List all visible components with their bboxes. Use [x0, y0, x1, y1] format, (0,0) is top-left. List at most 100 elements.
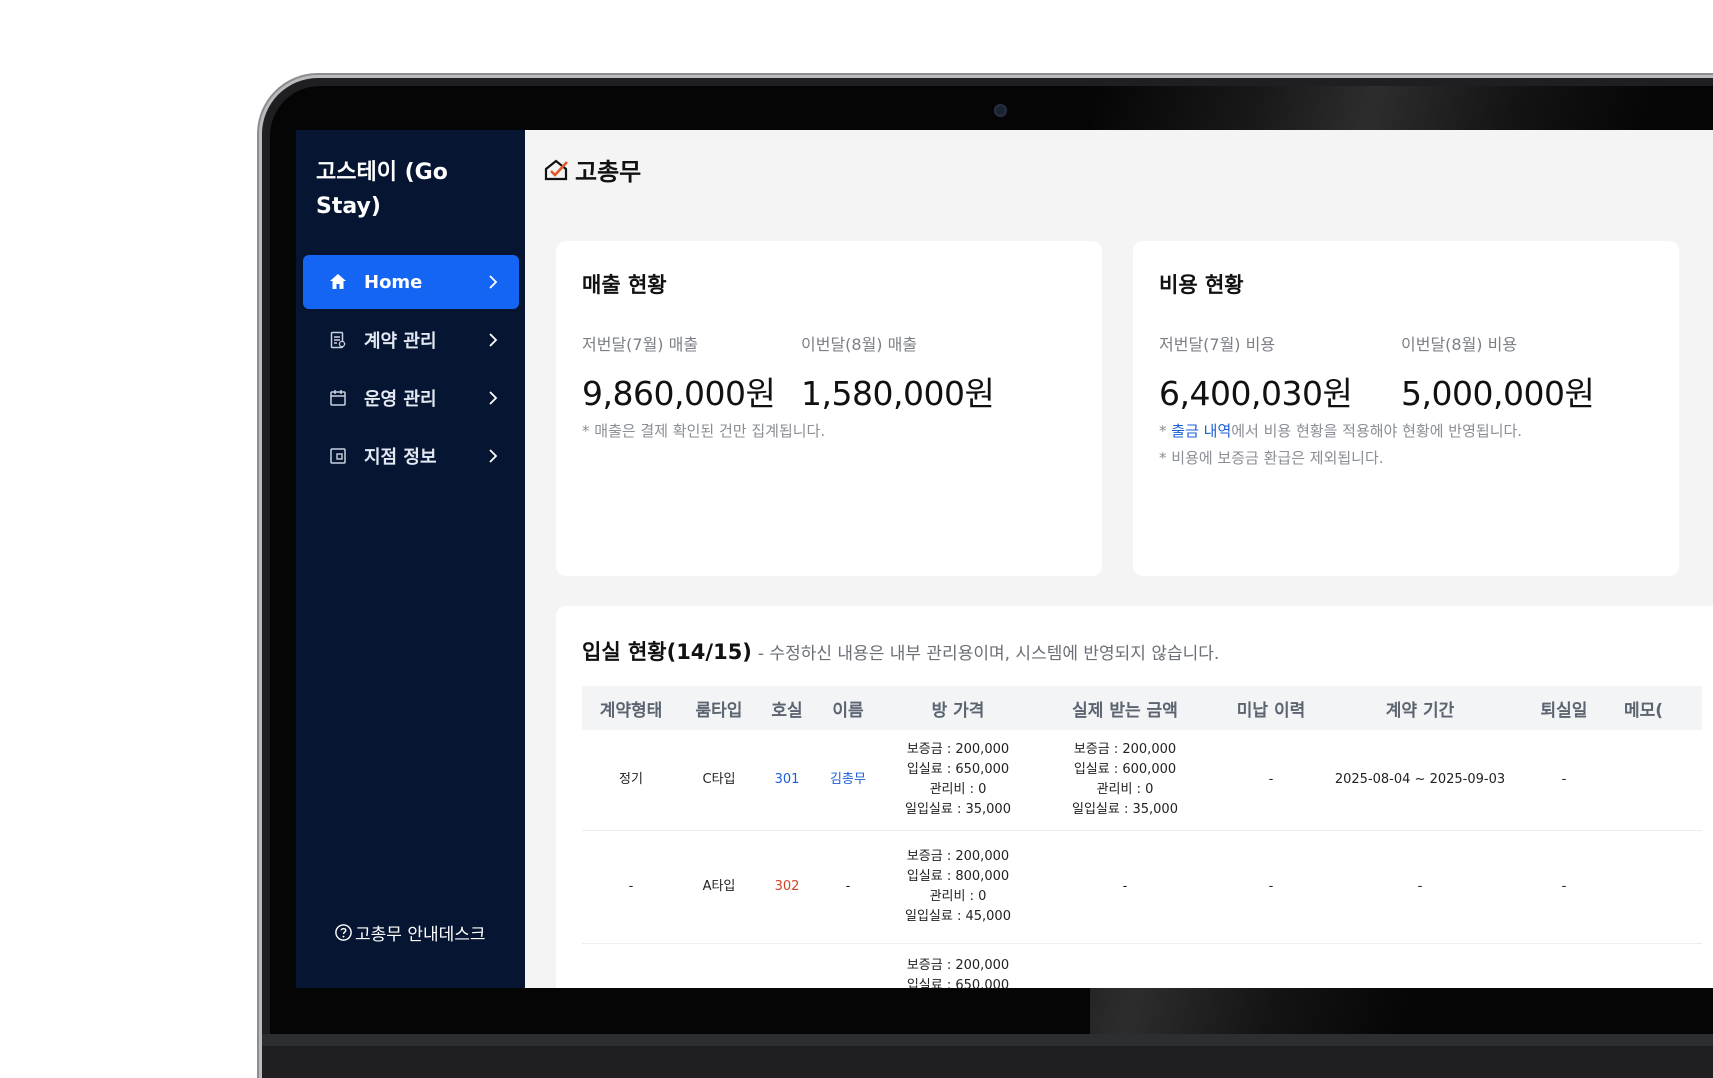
contract-period-cell — [1328, 943, 1512, 988]
price-line: 입실료 : 650,000 — [906, 761, 1010, 777]
sidebar-item-operations[interactable]: 운영 관리 — [303, 371, 519, 425]
tenant-name-cell[interactable]: 김총무 — [816, 730, 880, 831]
app-screen: 고스테이 (Go Stay) Home 계약 관리 운영 관리 지점 정보 고총… — [296, 130, 1713, 988]
helpdesk-link[interactable]: 고총무 안내데스크 — [334, 920, 486, 945]
checkout-date-cell — [1512, 943, 1616, 988]
room-price-cell: 보증금 : 200,000 입실료 : 650,000 — [880, 943, 1036, 988]
column-header[interactable]: 방 가격 — [880, 686, 1036, 730]
actual-amount-cell[interactable]: 보증금 : 200,000 입실료 : 600,000 관리비 : 0 일입실료… — [1036, 730, 1214, 831]
sidebar-nav: Home 계약 관리 운영 관리 지점 정보 — [303, 255, 519, 487]
helpdesk-label: 고총무 안내데스크 — [355, 925, 486, 945]
chevron-right-icon — [489, 275, 498, 289]
price-line: 보증금 : 200,000 — [906, 741, 1010, 757]
column-header[interactable]: 계약 기간 — [1328, 686, 1512, 730]
occupancy-title-text: 입실 현황(14/15) — [582, 640, 752, 664]
tenant-name-cell — [816, 943, 880, 988]
contract-type-cell — [582, 943, 680, 988]
home-icon — [328, 272, 348, 292]
stat-value: 1,580,000원 — [801, 374, 995, 413]
column-header[interactable]: 룸타입 — [680, 686, 758, 730]
room-type-cell: C타입 — [680, 730, 758, 831]
contract-type-cell: 정기 — [582, 730, 680, 831]
sales-last-month: 저번달(7월) 매출 9,860,000원 — [582, 331, 776, 415]
price-line: 관리비 : 0 — [929, 888, 987, 904]
table-row[interactable]: - A타입 302 - 보증금 : 200,000 입실료 : 800,000 … — [582, 830, 1702, 944]
amount-line: 입실료 : 600,000 — [1073, 761, 1177, 777]
sidebar-item-label: Home — [364, 271, 423, 293]
column-header[interactable]: 계약형태 — [582, 686, 680, 730]
price-line: 입실료 : 800,000 — [906, 868, 1010, 884]
amount-line: 보증금 : 200,000 — [1073, 741, 1177, 757]
contract-period-cell: 2025-08-04 ~ 2025-09-03 — [1328, 730, 1512, 831]
table-header-row: 계약형태 룸타입 호실 이름 방 가격 실제 받는 금액 미납 이력 계약 기간… — [582, 686, 1702, 730]
chevron-right-icon — [489, 333, 498, 347]
contract-period-cell: - — [1328, 830, 1512, 944]
sidebar-item-label: 운영 관리 — [364, 389, 437, 410]
brand-name: 고스테이 (Go Stay) — [316, 160, 448, 219]
note-prefix: * — [1159, 422, 1172, 440]
sales-title: 매출 현황 — [582, 273, 667, 297]
calendar-icon — [328, 388, 348, 408]
cost-note-2: * 비용에 보증금 환급은 제외됩니다. — [1159, 449, 1384, 467]
room-number-cell[interactable]: 302 — [758, 830, 816, 944]
chevron-right-icon — [489, 391, 498, 405]
actual-amount-cell — [1036, 943, 1214, 988]
unpaid-history-cell: - — [1214, 730, 1328, 831]
contract-type-cell: - — [582, 830, 680, 944]
camera-icon — [994, 104, 1007, 117]
price-line: 관리비 : 0 — [929, 781, 987, 797]
amount-line: 일입실료 : 35,000 — [1072, 801, 1178, 817]
cost-last-month: 저번달(7월) 비용 6,400,030원 — [1159, 331, 1353, 415]
chevron-right-icon — [489, 449, 498, 463]
price-line: 일입실료 : 35,000 — [905, 801, 1011, 817]
memo-cell[interactable] — [1616, 730, 1702, 831]
cost-this-month: 이번달(8월) 비용 5,000,000원 — [1401, 331, 1595, 415]
checkout-date-cell: - — [1512, 730, 1616, 831]
sidebar-item-home[interactable]: Home — [303, 255, 519, 309]
room-number-cell[interactable]: 301 — [758, 730, 816, 831]
stat-label: 이번달(8월) 비용 — [1401, 335, 1518, 354]
withdrawal-history-link[interactable]: 출금 내역 — [1171, 422, 1231, 440]
stat-label: 저번달(7월) 비용 — [1159, 335, 1276, 354]
contract-icon — [328, 330, 348, 350]
occupancy-card: 입실 현황(14/15) - 수정하신 내용은 내부 관리용이며, 시스템에 반영… — [556, 606, 1713, 988]
room-price-cell: 보증금 : 200,000 입실료 : 650,000 관리비 : 0 일입실료… — [880, 730, 1036, 831]
sidebar-item-contracts[interactable]: 계약 관리 — [303, 313, 519, 367]
amount-line: 관리비 : 0 — [1096, 781, 1154, 797]
table-row[interactable]: 보증금 : 200,000 입실료 : 650,000 — [582, 943, 1702, 988]
column-header[interactable]: 퇴실일 — [1512, 686, 1616, 730]
room-type-cell: A타입 — [680, 830, 758, 944]
stat-value: 5,000,000원 — [1401, 374, 1595, 413]
column-header[interactable]: 호실 — [758, 686, 816, 730]
unpaid-history-cell: - — [1214, 830, 1328, 944]
column-header[interactable]: 이름 — [816, 686, 880, 730]
column-header[interactable]: 미납 이력 — [1214, 686, 1328, 730]
checkout-date-cell: - — [1512, 830, 1616, 944]
sidebar-item-label: 계약 관리 — [364, 331, 437, 352]
room-type-cell — [680, 943, 758, 988]
logo-check-icon — [544, 159, 568, 180]
help-circle-icon — [335, 924, 352, 941]
cost-title: 비용 현황 — [1159, 273, 1244, 297]
table-row[interactable]: 정기 C타입 301 김총무 보증금 : 200,000 입실료 : 650,0… — [582, 730, 1702, 831]
sidebar-item-branch[interactable]: 지점 정보 — [303, 429, 519, 483]
cost-note-1: * 출금 내역에서 비용 현황을 적용해야 현황에 반영됩니다. — [1159, 420, 1522, 441]
room-number-cell — [758, 943, 816, 988]
memo-cell[interactable] — [1616, 830, 1702, 944]
price-line: 보증금 : 200,000 — [906, 848, 1010, 864]
room-price-cell: 보증금 : 200,000 입실료 : 800,000 관리비 : 0 일입실료… — [880, 830, 1036, 944]
actual-amount-cell[interactable]: - — [1036, 830, 1214, 944]
occupancy-title: 입실 현황(14/15) - 수정하신 내용은 내부 관리용이며, 시스템에 반영… — [582, 636, 1219, 666]
laptop-base — [262, 1034, 1713, 1046]
app-logo[interactable]: 고총무 — [543, 152, 641, 187]
sales-this-month: 이번달(8월) 매출 1,580,000원 — [801, 331, 995, 415]
note-suffix: 에서 비용 현황을 적용해야 현황에 반영됩니다. — [1231, 422, 1523, 440]
column-header[interactable]: 실제 받는 금액 — [1036, 686, 1214, 730]
logo-text: 고총무 — [575, 158, 642, 186]
sales-note: * 매출은 결제 확인된 건만 집계됩니다. — [582, 422, 826, 440]
sales-card: 매출 현황 저번달(7월) 매출 9,860,000원 이번달(8월) 매출 1… — [556, 241, 1102, 576]
stat-label: 저번달(7월) 매출 — [582, 335, 699, 354]
cost-card: 비용 현황 저번달(7월) 비용 6,400,030원 이번달(8월) 비용 5… — [1133, 241, 1679, 576]
price-line: 입실료 : 650,000 — [906, 977, 1010, 989]
column-header[interactable]: 메모( — [1616, 686, 1702, 730]
